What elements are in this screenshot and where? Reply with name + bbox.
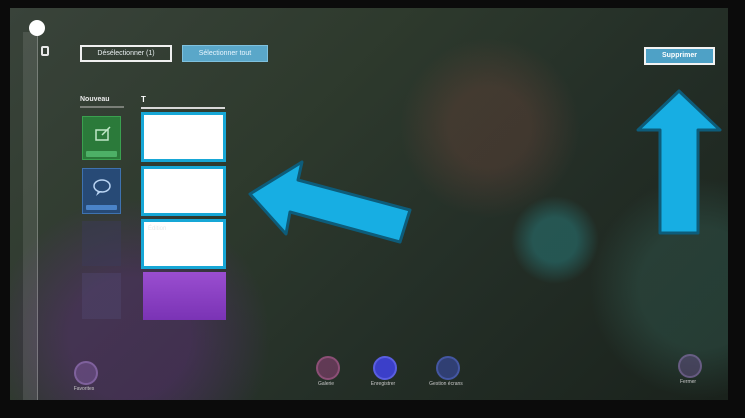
second-column-underline (141, 107, 225, 109)
new-note-tile[interactable] (82, 116, 121, 160)
tile-label-bar (86, 151, 117, 157)
save-icon[interactable] (373, 356, 397, 380)
bottom-label-screens: Gestion écrans (429, 381, 463, 387)
bottom-label-close: Fermer (679, 379, 697, 385)
selected-white-tile[interactable] (141, 166, 226, 216)
purple-tile[interactable] (143, 272, 226, 320)
new-column-underline (80, 106, 124, 108)
selected-white-tile[interactable]: Édition (141, 219, 226, 269)
screens-icon[interactable] (436, 356, 460, 380)
close-icon[interactable] (678, 354, 702, 378)
monitor-bezel: Désélectionner (1) Sélectionner tout Sup… (0, 0, 745, 418)
empty-tile[interactable] (82, 221, 121, 266)
device-icon[interactable] (41, 46, 49, 56)
deselect-button[interactable]: Désélectionner (1) (80, 45, 172, 62)
star-icon[interactable] (74, 361, 98, 385)
tile-label-bar (86, 205, 117, 210)
selected-white-tile[interactable] (141, 112, 226, 162)
bottom-label-favorites: Favorites (73, 386, 95, 392)
bottom-label-save: Enregistrer (370, 381, 396, 387)
annotation-arrow-up-icon (636, 89, 722, 235)
delete-button[interactable]: Supprimer (644, 47, 715, 65)
new-chat-tile[interactable] (82, 168, 121, 214)
bottom-label-gallery: Galerie (317, 381, 335, 387)
new-column-title: Nouveau (80, 96, 110, 103)
display-screen: Désélectionner (1) Sélectionner tout Sup… (10, 8, 728, 400)
empty-tile[interactable] (82, 273, 121, 319)
select-all-button[interactable]: Sélectionner tout (182, 45, 268, 62)
user-avatar-icon[interactable] (29, 20, 45, 36)
gallery-icon[interactable] (316, 356, 340, 380)
left-rail (23, 32, 38, 400)
annotation-arrow-left-icon (248, 160, 412, 244)
second-column-title: T (141, 95, 146, 104)
